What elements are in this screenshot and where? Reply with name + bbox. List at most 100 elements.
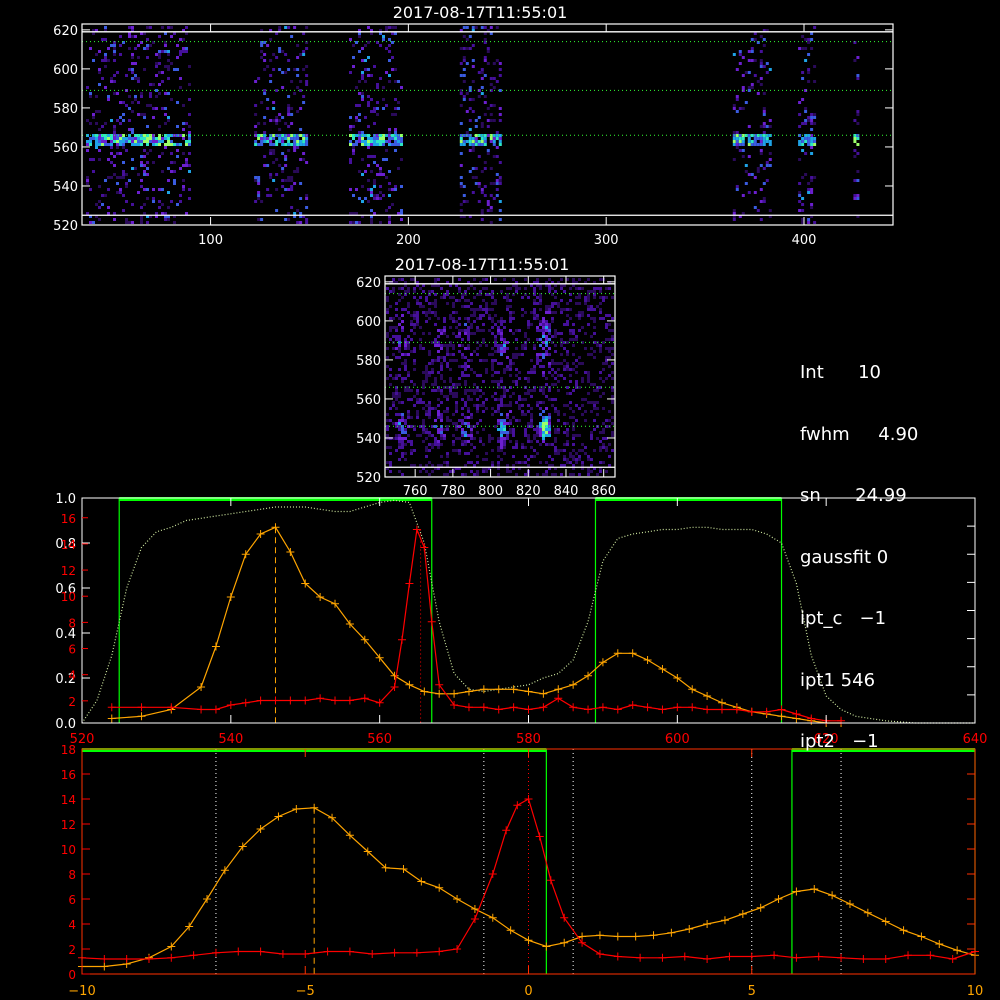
pixel bbox=[512, 317, 515, 320]
pixel bbox=[542, 431, 545, 434]
pixel bbox=[367, 125, 370, 128]
pixel bbox=[461, 356, 464, 359]
pixel bbox=[548, 413, 551, 416]
pixel bbox=[486, 200, 490, 203]
pixel bbox=[287, 134, 291, 137]
pixel bbox=[473, 446, 476, 449]
pixel bbox=[92, 158, 95, 161]
x-tick-label: 580 bbox=[516, 732, 541, 747]
pixel bbox=[768, 158, 772, 161]
pixel bbox=[389, 383, 392, 386]
pixel bbox=[269, 140, 273, 143]
data-point bbox=[412, 948, 421, 957]
pixel bbox=[401, 440, 404, 443]
pixel bbox=[404, 437, 407, 440]
pixel bbox=[584, 452, 587, 455]
pixel bbox=[431, 407, 434, 410]
pixel bbox=[807, 119, 811, 122]
pixel bbox=[542, 329, 545, 332]
pixel bbox=[476, 374, 479, 377]
pixel bbox=[287, 176, 291, 179]
pixel bbox=[479, 437, 482, 440]
pixel bbox=[735, 146, 739, 149]
pixel bbox=[452, 347, 455, 350]
pixel bbox=[461, 473, 464, 476]
pixel bbox=[608, 455, 611, 458]
pixel bbox=[596, 344, 599, 347]
pixel bbox=[563, 458, 566, 461]
pixel bbox=[107, 188, 110, 191]
pixel bbox=[551, 335, 554, 338]
pixel bbox=[104, 140, 107, 143]
pixel bbox=[367, 101, 370, 104]
pixel bbox=[388, 50, 391, 53]
pixel bbox=[738, 137, 742, 140]
pixel bbox=[176, 155, 179, 158]
pixel bbox=[398, 425, 401, 428]
pixel bbox=[605, 326, 608, 329]
pixel bbox=[801, 47, 805, 50]
pixel bbox=[257, 77, 261, 80]
pixel bbox=[395, 434, 398, 437]
pixel bbox=[395, 389, 398, 392]
pixel bbox=[167, 68, 170, 71]
pixel bbox=[352, 212, 355, 215]
pixel bbox=[361, 200, 364, 203]
pixel bbox=[422, 383, 425, 386]
profile-plot-offset: 024681012141618−10 −5 0 5 10 bbox=[61, 743, 984, 999]
pixel bbox=[578, 473, 581, 476]
pixel bbox=[382, 194, 385, 197]
pixel bbox=[497, 449, 500, 452]
red-y-tick-label: 12 bbox=[61, 564, 76, 578]
pixel bbox=[494, 410, 497, 413]
pixel bbox=[575, 371, 578, 374]
pixel bbox=[750, 86, 754, 89]
pixel bbox=[491, 449, 494, 452]
data-point bbox=[226, 701, 235, 709]
pixel bbox=[856, 152, 860, 155]
pixel bbox=[434, 437, 437, 440]
pixel bbox=[512, 362, 515, 365]
pixel bbox=[349, 38, 352, 41]
pixel bbox=[395, 326, 398, 329]
pixel bbox=[471, 140, 475, 143]
pixel bbox=[128, 221, 131, 224]
pixel bbox=[539, 431, 542, 434]
pixel bbox=[464, 368, 467, 371]
pixel bbox=[188, 140, 191, 143]
pixel bbox=[467, 461, 470, 464]
pixel bbox=[434, 341, 437, 344]
pixel bbox=[497, 446, 500, 449]
pixel bbox=[563, 449, 566, 452]
pixel bbox=[593, 287, 596, 290]
pixel bbox=[164, 146, 167, 149]
pixel bbox=[482, 470, 485, 473]
pixel bbox=[554, 428, 557, 431]
pixel bbox=[113, 155, 116, 158]
pixel bbox=[539, 401, 542, 404]
pixel bbox=[92, 113, 95, 116]
pixel bbox=[533, 428, 536, 431]
pixel bbox=[170, 143, 173, 146]
pixel bbox=[146, 221, 149, 224]
pixel bbox=[458, 290, 461, 293]
data-point bbox=[100, 962, 109, 971]
pixel bbox=[179, 134, 182, 137]
pixel bbox=[352, 152, 355, 155]
pixel bbox=[143, 164, 146, 167]
pixel bbox=[161, 170, 164, 173]
pixel bbox=[853, 137, 857, 140]
pixel bbox=[605, 287, 608, 290]
pixel bbox=[560, 287, 563, 290]
pixel bbox=[497, 383, 500, 386]
pixel bbox=[376, 164, 379, 167]
pixel bbox=[465, 26, 469, 29]
pixel bbox=[471, 143, 475, 146]
pixel bbox=[364, 44, 367, 47]
pixel bbox=[257, 182, 261, 185]
pixel bbox=[462, 35, 466, 38]
pixel bbox=[602, 299, 605, 302]
pixel bbox=[416, 416, 419, 419]
data-point bbox=[770, 951, 779, 960]
pixel bbox=[389, 338, 392, 341]
